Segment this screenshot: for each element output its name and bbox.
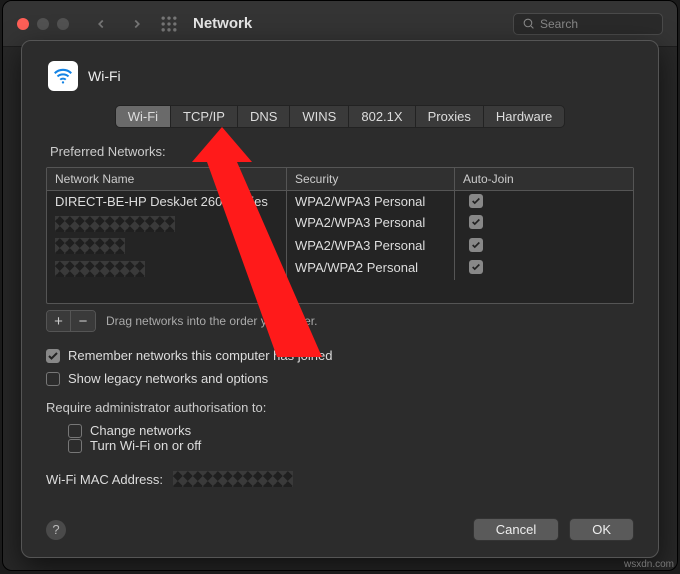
cancel-button[interactable]: Cancel <box>473 518 559 541</box>
network-security: WPA2/WPA3 Personal <box>287 235 455 258</box>
search-icon <box>522 17 535 30</box>
column-header-autojoin[interactable]: Auto-Join <box>455 168 633 190</box>
network-security: WPA2/WPA3 Personal <box>287 212 455 235</box>
tab-proxies[interactable]: Proxies <box>415 105 483 128</box>
maximize-window-icon[interactable] <box>57 18 69 30</box>
window-traffic-lights <box>17 18 69 30</box>
tab-8021x[interactable]: 802.1X <box>348 105 414 128</box>
network-row[interactable]: WPA/WPA2 Personal <box>47 257 633 280</box>
require-option-label: Turn Wi-Fi on or off <box>90 438 201 453</box>
tab-dns[interactable]: DNS <box>237 105 289 128</box>
show-legacy-checkbox[interactable] <box>46 372 60 386</box>
autojoin-checkbox[interactable] <box>469 194 483 208</box>
close-window-icon[interactable] <box>17 18 29 30</box>
back-button[interactable] <box>87 10 115 38</box>
apps-grid-icon[interactable] <box>159 14 179 34</box>
search-field[interactable]: Search <box>513 13 663 35</box>
search-placeholder: Search <box>540 17 578 31</box>
remember-networks-checkbox[interactable] <box>46 349 60 363</box>
autojoin-checkbox[interactable] <box>469 238 483 252</box>
network-name <box>47 257 287 280</box>
remove-network-button[interactable]: − <box>71 311 95 331</box>
remember-networks-label: Remember networks this computer has join… <box>68 348 332 363</box>
minimize-window-icon[interactable] <box>37 18 49 30</box>
mac-address-label: Wi-Fi MAC Address: <box>46 472 163 487</box>
sheet-title: Wi-Fi <box>88 68 121 84</box>
network-row[interactable]: WPA2/WPA3 Personal <box>47 212 633 235</box>
preferred-networks-table: Network Name Security Auto-Join DIRECT-B… <box>46 167 634 304</box>
network-name <box>47 235 287 258</box>
column-header-name[interactable]: Network Name <box>47 168 287 190</box>
tab-wins[interactable]: WINS <box>289 105 348 128</box>
network-row[interactable]: WPA2/WPA3 Personal <box>47 235 633 258</box>
ok-button[interactable]: OK <box>569 518 634 541</box>
network-row[interactable]: DIRECT-BE-HP DeskJet 2600 seriesWPA2/WPA… <box>47 191 633 212</box>
forward-button[interactable] <box>123 10 151 38</box>
add-network-button[interactable]: + <box>47 311 71 331</box>
network-name: DIRECT-BE-HP DeskJet 2600 series <box>47 191 287 212</box>
add-remove-control: + − <box>46 310 96 332</box>
tab-wifi[interactable]: Wi-Fi <box>115 105 170 128</box>
drag-hint: Drag networks into the order you prefer. <box>106 314 317 328</box>
tab-hardware[interactable]: Hardware <box>483 105 565 128</box>
mac-address-value <box>173 471 293 487</box>
require-option-label: Change networks <box>90 423 191 438</box>
network-security: WPA2/WPA3 Personal <box>287 191 455 212</box>
tab-tcpip[interactable]: TCP/IP <box>170 105 237 128</box>
help-button[interactable]: ? <box>46 520 66 540</box>
window-title: Network <box>193 15 252 32</box>
wifi-settings-sheet: Wi-Fi Wi-FiTCP/IPDNSWINS802.1XProxiesHar… <box>21 40 659 558</box>
network-name <box>47 212 287 235</box>
require-admin-label: Require administrator authorisation to: <box>46 400 634 415</box>
preferred-networks-label: Preferred Networks: <box>50 144 634 159</box>
column-header-security[interactable]: Security <box>287 168 455 190</box>
wifi-icon <box>48 61 78 91</box>
watermark: wsxdn.com <box>624 559 674 570</box>
show-legacy-label: Show legacy networks and options <box>68 371 268 386</box>
require-option-checkbox[interactable] <box>68 424 82 438</box>
tab-bar: Wi-FiTCP/IPDNSWINS802.1XProxiesHardware <box>42 105 638 128</box>
autojoin-checkbox[interactable] <box>469 215 483 229</box>
require-option-checkbox[interactable] <box>68 439 82 453</box>
autojoin-checkbox[interactable] <box>469 260 483 274</box>
network-security: WPA/WPA2 Personal <box>287 257 455 280</box>
